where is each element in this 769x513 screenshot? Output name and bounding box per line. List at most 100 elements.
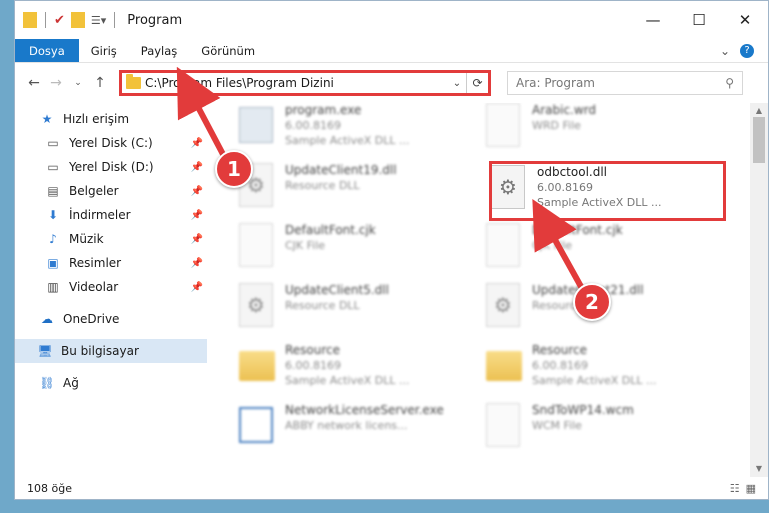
sidebar-item-pictures[interactable]: ▣ Resimler 📌 [15, 251, 207, 275]
up-button[interactable]: ↑ [89, 75, 111, 91]
sidebar-item-label: Belgeler [69, 184, 119, 198]
tab-view[interactable]: Görünüm [189, 39, 267, 62]
forward-button[interactable]: → [45, 75, 67, 91]
folder-icon [23, 12, 37, 28]
help-icon[interactable]: ? [740, 43, 754, 58]
file-item[interactable]: ⚙ UpdateClient5.dll Resource DLL [239, 283, 471, 339]
pin-icon: 📌 [190, 209, 203, 221]
sidebar-item-documents[interactable]: ▤ Belgeler 📌 [15, 179, 207, 203]
document-icon: ▤ [47, 184, 59, 198]
tab-share[interactable]: Paylaş [129, 39, 190, 62]
file-item[interactable]: Resource 6.00.8169 Sample ActiveX DLL ... [486, 343, 718, 399]
pin-icon: 📌 [190, 185, 203, 197]
close-button[interactable]: ✕ [722, 1, 768, 39]
file-item[interactable]: SndToWP14.wcm WCM File [486, 403, 718, 459]
large-icons-view-icon[interactable]: ▦ [746, 482, 756, 495]
sidebar-item-label: Resimler [69, 256, 122, 270]
star-icon: ★ [41, 112, 53, 126]
highlight-box [489, 161, 726, 221]
sidebar-item-downloads[interactable]: ⬇ İndirmeler 📌 [15, 203, 207, 227]
folder-icon [486, 351, 522, 381]
address-path[interactable]: C:\Program Files\Program Dizini [145, 76, 448, 90]
sidebar-item-quick-access[interactable]: ★ Hızlı erişim [15, 107, 207, 131]
search-input[interactable]: Ara: Program ⚲ [507, 71, 743, 95]
sidebar-item-local-disk-d[interactable]: ▭ Yerel Disk (D:) 📌 [15, 155, 207, 179]
explorer-window: ✔ ☰▾ Program — ☐ ✕ Dosya Giriş Paylaş Gö… [14, 0, 769, 500]
sidebar-item-this-pc[interactable]: 🖥 Bu bilgisayar [15, 339, 207, 363]
video-icon: ▥ [47, 280, 59, 294]
refresh-button[interactable]: ⟳ [466, 73, 488, 93]
sidebar-item-network[interactable]: ⛓ Ağ [15, 371, 207, 395]
tab-file[interactable]: Dosya [15, 39, 79, 62]
properties-icon[interactable]: ✔ [54, 13, 65, 28]
tab-home[interactable]: Giriş [79, 39, 129, 62]
expand-ribbon-icon[interactable]: ⌄ [720, 44, 730, 58]
navigation-pane: ★ Hızlı erişim ▭ Yerel Disk (C:) 📌 ▭ Yer… [15, 103, 207, 477]
file-list: program.exe 6.00.8169 Sample ActiveX DLL .… [221, 103, 750, 477]
sidebar-item-label: Yerel Disk (D:) [69, 160, 154, 174]
network-icon: ⛓ [39, 376, 55, 390]
file-item[interactable]: ⚙ UpdateClient19.dll Resource DLL [239, 163, 471, 219]
customize-toolbar-icon[interactable]: ☰▾ [91, 14, 106, 27]
picture-icon: ▣ [47, 256, 59, 270]
drive-icon: ▭ [47, 136, 59, 150]
file-item[interactable]: program.exe 6.00.8169 Sample ActiveX DLL .… [239, 103, 471, 159]
application-icon [239, 407, 273, 443]
file-item[interactable]: Arabic.wrd WRD File [486, 103, 718, 159]
recent-locations-button[interactable]: ⌄ [67, 78, 89, 88]
vertical-scrollbar[interactable]: ▲ ▼ [750, 103, 768, 477]
dll-gear-icon: ⚙ [486, 283, 520, 327]
item-count: 108 öğe [27, 481, 72, 495]
callout-badge-1: 1 [215, 150, 253, 188]
sidebar-item-label: Müzik [69, 232, 104, 246]
sidebar-item-label: Bu bilgisayar [61, 344, 139, 358]
minimize-button[interactable]: — [630, 1, 676, 39]
sidebar-item-videos[interactable]: ▥ Videolar 📌 [15, 275, 207, 299]
music-icon: ♪ [49, 232, 57, 246]
file-item[interactable]: DefaultFont.cjk CJK File [239, 223, 471, 279]
window-title: Program [127, 12, 183, 28]
details-view-icon[interactable]: ☷ [730, 482, 740, 495]
download-icon: ⬇ [47, 208, 59, 222]
file-item[interactable]: Resource 6.00.8169 Sample ActiveX DLL ... [239, 343, 471, 399]
sidebar-item-label: Hızlı erişim [63, 112, 130, 126]
scroll-down-icon[interactable]: ▼ [750, 461, 768, 477]
navigation-bar: ← → ⌄ ↑ C:\Program Files\Program Dizini … [15, 63, 768, 103]
pin-icon: 📌 [190, 233, 203, 245]
scrollbar-thumb[interactable] [753, 117, 765, 163]
sidebar-item-label: Yerel Disk (C:) [69, 136, 153, 150]
sidebar-item-label: İndirmeler [69, 208, 131, 222]
dll-gear-icon: ⚙ [239, 283, 273, 327]
computer-icon: 🖥 [37, 344, 53, 358]
file-icon [486, 103, 520, 147]
sidebar-item-label: OneDrive [63, 312, 120, 326]
callout-badge-2: 2 [573, 283, 611, 321]
sidebar-item-local-disk-c[interactable]: ▭ Yerel Disk (C:) 📌 [15, 131, 207, 155]
search-icon: ⚲ [725, 76, 734, 90]
sidebar-item-onedrive[interactable]: ☁ OneDrive [15, 307, 207, 331]
search-placeholder: Ara: Program [516, 76, 595, 90]
sidebar-item-label: Videolar [69, 280, 119, 294]
ribbon-tabs: Dosya Giriş Paylaş Görünüm ⌄ ? [15, 39, 768, 63]
chevron-down-icon[interactable]: ⌄ [448, 78, 466, 89]
file-item[interactable]: DefaultFont.cjk CJK File [486, 223, 718, 279]
title-bar: ✔ ☰▾ Program — ☐ ✕ [15, 1, 768, 39]
folder-icon [239, 351, 275, 381]
file-item[interactable]: NetworkLicenseServer.exe ABBY network lic… [239, 403, 471, 459]
file-icon [239, 223, 273, 267]
sidebar-item-label: Ağ [63, 376, 79, 390]
folder-icon [126, 74, 141, 89]
pin-icon: 📌 [190, 281, 203, 293]
new-folder-icon[interactable] [70, 12, 85, 28]
status-bar: 108 öğe ☷ ▦ [15, 477, 768, 499]
drive-icon: ▭ [47, 160, 59, 174]
pin-icon: 📌 [190, 161, 203, 173]
maximize-button[interactable]: ☐ [676, 1, 722, 39]
address-bar[interactable]: C:\Program Files\Program Dizini ⌄ ⟳ [119, 70, 491, 96]
application-icon [239, 107, 273, 143]
cloud-icon: ☁ [41, 312, 53, 326]
sidebar-item-music[interactable]: ♪ Müzik 📌 [15, 227, 207, 251]
pin-icon: 📌 [190, 137, 203, 149]
file-icon [486, 223, 520, 267]
back-button[interactable]: ← [23, 75, 45, 91]
